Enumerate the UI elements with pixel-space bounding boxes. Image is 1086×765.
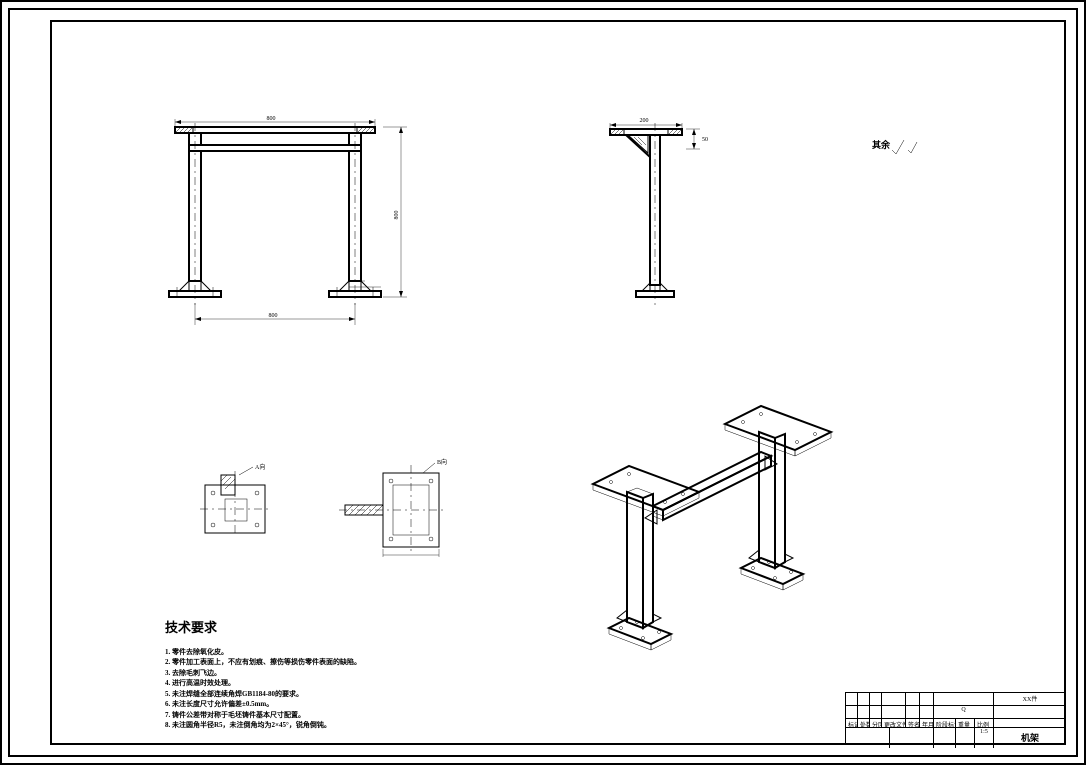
tb-partcount: XX件: [994, 693, 1066, 705]
detail-base-plan: A向: [195, 465, 285, 555]
notes-list: 1. 零件去除氧化皮。 2. 零件加工表面上，不应有划痕、擦伤等损伤零件表面的缺…: [165, 648, 565, 731]
drawing-sheet: 800 800 800: [0, 0, 1086, 765]
note-item: 1. 零件去除氧化皮。: [165, 648, 565, 657]
note-item: 7. 铸件公差带对称于毛坯铸件基本尺寸配置。: [165, 711, 565, 720]
tb-material: Q: [934, 706, 994, 718]
technical-requirements: 技术要求 1. 零件去除氧化皮。 2. 零件加工表面上，不应有划痕、擦伤等损伤零…: [165, 617, 565, 732]
dim-base-width: 800: [269, 313, 278, 319]
note-item: 2. 零件加工表面上，不应有划痕、擦伤等损伤零件表面的缺陷。: [165, 658, 565, 667]
dim-top-width: 800: [267, 116, 276, 122]
tb-scale: 1:5: [975, 728, 994, 748]
tb-drawing-name: 机架: [994, 728, 1066, 748]
title-block: XX件 Q 标记 处数 分区 更改文件号 签名 年月日 阶段标记 重量 比例: [845, 692, 1066, 745]
note-item: 3. 去除毛刺飞边。: [165, 669, 565, 678]
front-view: 800 800 800: [145, 115, 445, 345]
dim-offset: 50: [702, 137, 708, 143]
finish-label: 其余: [872, 140, 890, 150]
dim-height: 800: [394, 211, 400, 220]
note-item: 8. 未注圆角半径R5，未注倒角均为2×45°，锐角倒钝。: [165, 721, 565, 730]
note-item: 5. 未注焊缝全部连续角焊GB1184-80的要求。: [165, 690, 565, 699]
note-item: 4. 进行高温时效处理。: [165, 679, 565, 688]
notes-title: 技术要求: [165, 617, 565, 636]
side-view: 200 50: [590, 115, 730, 345]
isometric-view: [565, 400, 855, 670]
dim-top-plate: 200: [640, 118, 649, 124]
detail-top-plate-plan: B向: [335, 455, 455, 565]
detail-label-a: A向: [255, 463, 265, 471]
detail-label-b: B向: [437, 458, 447, 466]
surface-finish-note: 其余: [872, 138, 890, 151]
note-item: 6. 未注长度尺寸允许偏差±0.5mm。: [165, 700, 565, 709]
